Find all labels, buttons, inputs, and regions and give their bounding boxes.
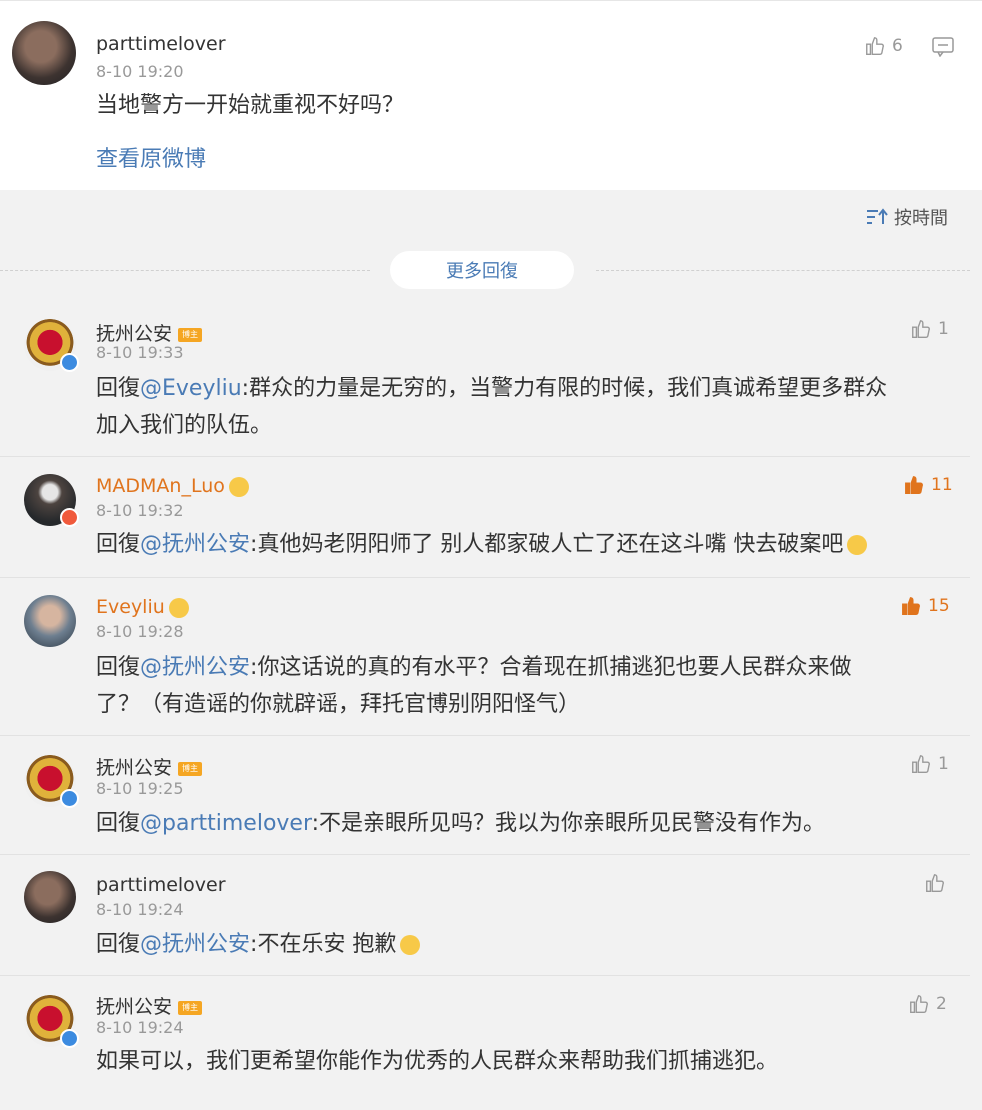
comment: 抚州公安 博主 8-10 19:24 如果可以，我们更希望你能作为优秀的人民群众来… (0, 975, 970, 1110)
timestamp: 8-10 19:28 (96, 622, 184, 641)
thumbs-up-icon (912, 320, 930, 338)
comment: parttimelover 8-10 19:24 回復@抚州公安:不在乐安 抱歉 (0, 854, 970, 975)
thumbs-up-icon (910, 995, 928, 1013)
view-original-link[interactable]: 查看原微博 (96, 141, 206, 173)
like-count: 2 (936, 994, 947, 1014)
comment-username[interactable]: Eveyliu (96, 596, 189, 618)
like-button[interactable]: 1 (910, 753, 949, 775)
author-badge: 博主 (178, 1000, 203, 1015)
avatar[interactable] (24, 871, 76, 923)
mention-link[interactable]: @抚州公安 (140, 655, 250, 680)
thumbs-up-icon (912, 755, 930, 773)
comment-text: 回復@抚州公安:不在乐安 抱歉 (96, 926, 421, 963)
comment-text: 回復@抚州公安:你这话说的真的有水平？合着现在抓捕逃犯也要人民群众来做 了？（有造… (96, 655, 852, 717)
timestamp: 8-10 19:20 (96, 62, 184, 81)
like-button[interactable] (924, 872, 952, 894)
verified-icon (60, 1029, 79, 1048)
post-text: 当地警方一开始就重视不好吗？ (96, 93, 405, 118)
thumbs-up-icon (905, 476, 923, 494)
timestamp: 8-10 19:33 (96, 343, 184, 362)
like-count: 1 (938, 754, 949, 774)
sort-icon (867, 208, 888, 224)
comment-text: 回復@抚州公安:真他妈老阴阳师了 别人都家破人亡了还在这斗嘴 快去破案吧 (96, 526, 868, 563)
divider (596, 270, 970, 271)
comment-username[interactable]: 抚州公安 博主 (96, 753, 203, 780)
verified-icon (60, 353, 79, 372)
avatar[interactable] (24, 595, 76, 647)
comment: 抚州公安 博主 8-10 19:33 回復@Eveyliu:群众的力量是无穷的，当… (0, 299, 970, 456)
comment-username[interactable]: parttimelover (96, 874, 226, 896)
author-badge: 博主 (178, 327, 203, 342)
like-button[interactable]: 11 (903, 474, 953, 496)
timestamp: 8-10 19:32 (96, 501, 184, 520)
divider (0, 270, 370, 271)
timestamp: 8-10 19:25 (96, 779, 184, 798)
like-count: 1 (938, 319, 949, 339)
comment-username[interactable]: MADMAn_Luo (96, 475, 249, 497)
timestamp: 8-10 19:24 (96, 900, 184, 919)
more-replies-button[interactable]: 更多回復 (390, 251, 574, 289)
author-badge: 博主 (178, 761, 203, 776)
crown-icon (168, 597, 189, 618)
like-count: 15 (928, 596, 950, 616)
verified-icon (60, 789, 79, 808)
verified-icon (60, 508, 79, 527)
mention-link[interactable]: @parttimelover (140, 811, 312, 836)
sort-button[interactable]: 按時間 (866, 204, 948, 230)
comment-icon[interactable] (932, 37, 954, 57)
emoji-icon (400, 935, 421, 955)
sort-label: 按時間 (894, 208, 948, 229)
comment-text: 回復@Eveyliu:群众的力量是无穷的，当警力有限的时候，我们真诚希望更多群众… (96, 376, 888, 438)
like-button[interactable]: 6 (864, 35, 903, 57)
like-button[interactable]: 1 (910, 318, 949, 340)
comment-text: 回復@parttimelover:不是亲眼所见吗？我以为你亲眼所见民警没有作为。 (96, 811, 826, 836)
mention-link[interactable]: @抚州公安 (140, 932, 250, 957)
username[interactable]: parttimelover (96, 33, 226, 55)
comment-text: 如果可以，我们更希望你能作为优秀的人民群众来帮助我们抓捕逃犯。 (96, 1049, 779, 1074)
comment-username[interactable]: 抚州公安 博主 (96, 319, 203, 346)
avatar[interactable] (12, 21, 76, 85)
thumbs-up-icon (926, 874, 944, 892)
comment: 抚州公安 博主 8-10 19:25 回復@parttimelover:不是亲眼所… (0, 735, 970, 854)
crown-icon (228, 476, 249, 497)
mention-link[interactable]: @Eveyliu (140, 376, 242, 401)
original-post: parttimelover 8-10 19:20 当地警方一开始就重视不好吗？ … (0, 0, 982, 190)
mention-link[interactable]: @抚州公安 (140, 532, 250, 557)
like-button[interactable]: 15 (900, 595, 950, 617)
comment: Eveyliu 8-10 19:28 回復@抚州公安:你这话说的真的有水平？合着… (0, 577, 970, 735)
comment: MADMAn_Luo 8-10 19:32 回復@抚州公安:真他妈老阴阳师了 别… (0, 456, 970, 577)
like-count: 6 (892, 36, 903, 56)
like-button[interactable]: 2 (908, 993, 947, 1015)
emoji-icon (847, 535, 868, 555)
thumbs-up-icon (866, 37, 884, 55)
comment-username[interactable]: 抚州公安 博主 (96, 992, 203, 1019)
thumbs-up-icon (902, 597, 920, 615)
like-count: 11 (931, 475, 953, 495)
timestamp: 8-10 19:24 (96, 1018, 184, 1037)
